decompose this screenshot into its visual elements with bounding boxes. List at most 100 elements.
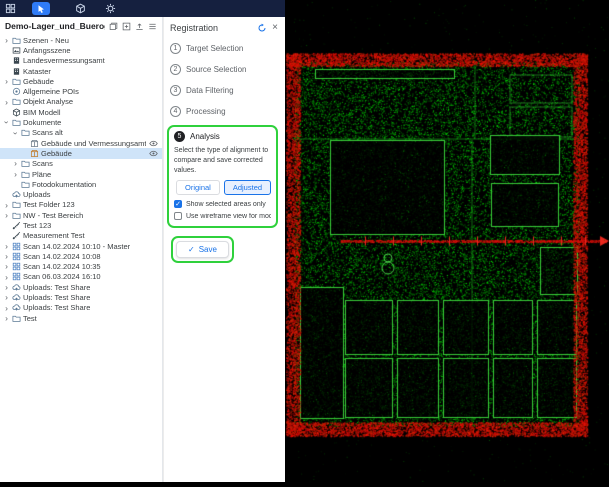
visibility-eye-icon[interactable] <box>149 139 160 148</box>
tree-item-label: BIM Modell <box>23 108 61 117</box>
chevron-right-icon[interactable]: › <box>3 252 10 261</box>
chevron-right-icon[interactable]: › <box>12 159 19 168</box>
tree-item-label: Scan 14.02.2024 10:08 <box>23 252 101 261</box>
tree-item[interactable]: › Objekt Analyse <box>0 97 162 107</box>
tree-item[interactable]: Kataster <box>0 66 162 76</box>
tree-item-label: Scans alt <box>32 128 63 137</box>
tree-item[interactable]: Anfangsszene <box>0 45 162 55</box>
project-title: Demo-Lager_und_Bueroge... <box>5 21 105 31</box>
step-analysis[interactable]: 5 Analysis <box>174 131 271 142</box>
tree-item-label: NW - Test Bereich <box>23 211 83 220</box>
step-source-selection[interactable]: 2Source Selection <box>170 64 278 75</box>
tree-item[interactable]: ›Uploads: Test Share <box>0 292 162 302</box>
folder-icon <box>12 97 21 106</box>
select-tool-button[interactable] <box>32 2 50 15</box>
chevron-right-icon[interactable]: › <box>3 98 10 107</box>
tree-item-label: Scans <box>32 159 53 168</box>
adjusted-button[interactable]: Adjusted <box>224 180 271 195</box>
chevron-right-icon[interactable]: › <box>3 201 10 210</box>
project-sidebar: Demo-Lager_und_Bueroge... ›Szenen - NeuA… <box>0 17 163 482</box>
tree-item[interactable]: ›Scan 14.02.2024 10:10 - Master <box>0 241 162 251</box>
checkbox-checked-icon[interactable]: ✓ <box>174 200 182 208</box>
tree-item[interactable]: Allgemeine POIs <box>0 86 162 96</box>
tree-item[interactable]: Test 123 <box>0 220 162 230</box>
close-icon[interactable]: × <box>272 23 278 33</box>
save-label: Save <box>199 245 217 254</box>
image-icon <box>12 46 21 55</box>
chevron-right-icon[interactable]: › <box>3 36 10 45</box>
cursor-icon <box>36 4 46 14</box>
tree-item[interactable]: Landesvermessungsamt <box>0 56 162 66</box>
upload-button[interactable] <box>135 22 144 31</box>
original-button[interactable]: Original <box>176 180 220 195</box>
folder-icon <box>21 180 30 189</box>
registration-header: Registration × <box>170 23 278 33</box>
tree-item[interactable]: › Scan 14.02.2024 10:08 <box>0 251 162 261</box>
tree-item[interactable]: Measurement Test <box>0 231 162 241</box>
step-target-selection[interactable]: 1Target Selection <box>170 43 278 54</box>
chevron-down-icon[interactable]: › <box>11 129 20 136</box>
chevron-right-icon[interactable]: › <box>3 273 10 282</box>
cloud-icon <box>12 293 21 302</box>
scenes-icon[interactable] <box>109 22 118 31</box>
tree-item[interactable]: ›Uploads: Test Share <box>0 282 162 292</box>
tree-item[interactable]: ›Uploads: Test Share <box>0 303 162 313</box>
chevron-right-icon[interactable]: › <box>3 283 10 292</box>
chevron-down-icon[interactable]: › <box>2 119 11 126</box>
tree-item[interactable]: ›Pläne <box>0 169 162 179</box>
cloud-icon <box>12 283 21 292</box>
chevron-right-icon[interactable]: › <box>3 77 10 86</box>
save-button[interactable]: ✓ Save <box>176 241 229 258</box>
show-selected-areas-checkbox[interactable]: ✓ Show selected areas only <box>174 200 271 208</box>
step-label: Target Selection <box>186 44 243 53</box>
chevron-right-icon[interactable]: › <box>3 242 10 251</box>
chevron-right-icon[interactable]: › <box>3 293 10 302</box>
tree-item-label: Fotodokumentation <box>32 180 96 189</box>
visibility-eye-icon[interactable] <box>149 149 160 158</box>
chevron-right-icon[interactable]: › <box>3 314 10 323</box>
tree-item[interactable]: › Scans <box>0 159 162 169</box>
wireframe-view-checkbox[interactable]: Use wireframe view for models <box>174 212 271 220</box>
tree-item[interactable]: › Scan 14.02.2024 10:35 <box>0 262 162 272</box>
tree-item[interactable]: Gebäude und Vermessungsamt <box>0 138 162 148</box>
tree-item-label: Kataster <box>23 67 51 76</box>
chevron-right-icon[interactable]: › <box>3 211 10 220</box>
menu-button[interactable] <box>148 22 157 31</box>
tree-item[interactable]: ›Szenen - Neu <box>0 35 162 45</box>
poi-icon <box>12 87 21 96</box>
tree-item[interactable]: › Dokumente <box>0 117 162 127</box>
tree-item-label: Scan 06.03.2024 16:10 <box>23 272 101 281</box>
step-processing[interactable]: 4Processing <box>170 106 278 117</box>
tree-item[interactable]: › Scans alt <box>0 128 162 138</box>
tree-item-label: Objekt Analyse <box>23 97 73 106</box>
step-number: 4 <box>170 106 181 117</box>
tree-item[interactable]: Fotodokumentation <box>0 179 162 189</box>
refresh-icon[interactable] <box>257 23 267 33</box>
analysis-description: Select the type of alignment to compare … <box>174 146 271 175</box>
tree-item[interactable]: ›Test <box>0 313 162 323</box>
folder-icon <box>12 211 21 220</box>
tree-item[interactable]: › NW - Test Bereich <box>0 210 162 220</box>
tree-item[interactable]: BIM Modell <box>0 107 162 117</box>
tree-item[interactable]: › Scan 06.03.2024 16:10 <box>0 272 162 282</box>
tree-item-label: Scan 14.02.2024 10:35 <box>23 262 101 271</box>
step-data-filtering[interactable]: 3Data Filtering <box>170 85 278 96</box>
settings-gear-icon[interactable] <box>105 3 116 14</box>
point-cloud-canvas[interactable] <box>285 0 609 482</box>
folder-icon <box>21 159 30 168</box>
tree-item[interactable]: ›Test Folder 123 <box>0 200 162 210</box>
cube-tool-icon[interactable] <box>75 3 86 14</box>
chevron-right-icon[interactable]: › <box>12 170 19 179</box>
checkbox-unchecked-icon[interactable] <box>174 212 182 220</box>
tree-item[interactable]: Gebäude <box>0 148 162 158</box>
analysis-annotation-box: 5 Analysis Select the type of alignment … <box>167 125 278 228</box>
tree-item[interactable]: Uploads <box>0 189 162 199</box>
registration-panel: Registration × 1Target Selection 2Source … <box>163 17 285 482</box>
add-box-button[interactable] <box>122 22 131 31</box>
chevron-right-icon[interactable]: › <box>3 304 10 313</box>
chevron-right-icon[interactable]: › <box>3 262 10 271</box>
tree-item[interactable]: ›Gebäude <box>0 76 162 86</box>
apps-grid-icon[interactable] <box>5 3 16 14</box>
tree-item-label: Dokumente <box>23 118 61 127</box>
folder-icon <box>12 200 21 209</box>
